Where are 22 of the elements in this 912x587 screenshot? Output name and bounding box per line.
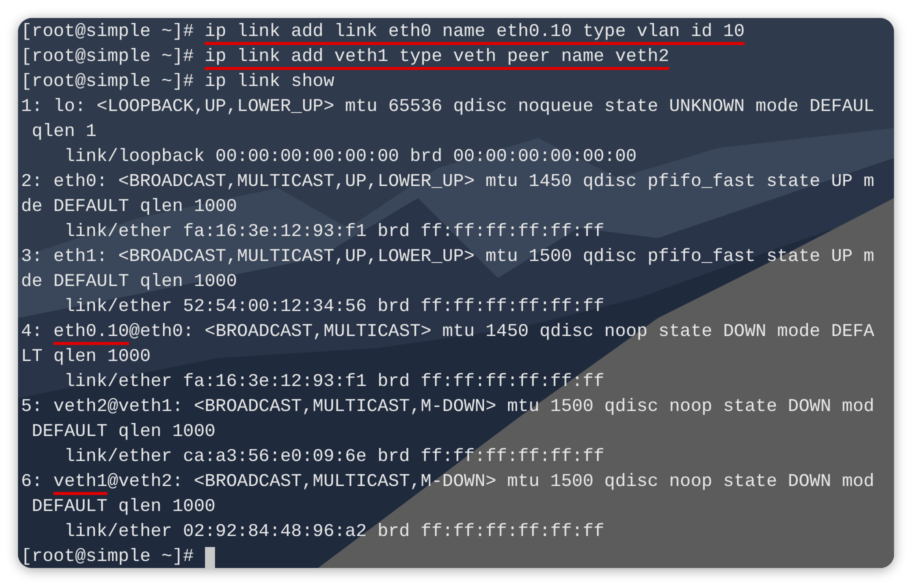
terminal-line: DEFAULT qlen 1000	[30, 496, 216, 519]
terminal-line: link/ether 02:92:84:48:96:a2 brd ff:ff:ff:ff:ff:ff	[63, 521, 604, 544]
terminal-line: 1: lo: <LOOPBACK,UP,LOWER_UP> mtu 65536 qdisc noqueue state UNKNOWN mode DEFAUL	[21, 96, 874, 119]
terminal-line: 4: eth0.10@eth0: <BROADCAST,MULTICAST> mtu 1450 qdisc noop state DOWN mode DEFA	[21, 321, 874, 344]
terminal-line: LT qlen 1000	[21, 346, 151, 369]
terminal-line: [root@simple ~]# ip link add veth1 type veth peer name veth2	[21, 46, 670, 69]
terminal-line: de DEFAULT qlen 1000	[21, 196, 238, 219]
terminal-line: qlen 1	[30, 121, 97, 144]
terminal-line: link/ether fa:16:3e:12:93:f1 brd ff:ff:ff:ff:ff:ff	[63, 371, 604, 394]
terminal-line: link/ether ca:a3:56:e0:09:6e brd ff:ff:ff:ff:ff:ff	[63, 446, 604, 469]
terminal-line: link/ether 52:54:00:12:34:56 brd ff:ff:ff:ff:ff:ff	[63, 296, 604, 319]
terminal-line: [root@simple ~]# ip link add link eth0 name eth0.10 type vlan id 10	[21, 21, 745, 44]
terminal-line: link/loopback 00:00:00:00:00:00 brd 00:00:00:00:00:00	[63, 146, 637, 169]
terminal-line: 6: veth1@veth2: <BROADCAST,MULTICAST,M-DOWN> mtu 1500 qdisc noop state DOWN mod	[21, 471, 874, 494]
terminal-line: 5: veth2@veth1: <BROADCAST,MULTICAST,M-DOWN> mtu 1500 qdisc noop state DOWN mod	[21, 396, 874, 419]
terminal-line: DEFAULT qlen 1000	[30, 421, 216, 444]
terminal-line: [root@simple ~]# ip link show	[21, 71, 334, 94]
terminal-line: de DEFAULT qlen 1000	[21, 271, 238, 294]
terminal-line: 3: eth1: <BROADCAST,MULTICAST,UP,LOWER_UP> mtu 1500 qdisc pfifo_fast state UP m	[21, 246, 874, 269]
terminal-line: [root@simple ~]#	[21, 546, 195, 568]
terminal-line: link/ether fa:16:3e:12:93:f1 brd ff:ff:ff:ff:ff:ff	[63, 221, 604, 244]
terminal-line: 2: eth0: <BROADCAST,MULTICAST,UP,LOWER_UP> mtu 1450 qdisc pfifo_fast state UP m	[21, 171, 874, 194]
